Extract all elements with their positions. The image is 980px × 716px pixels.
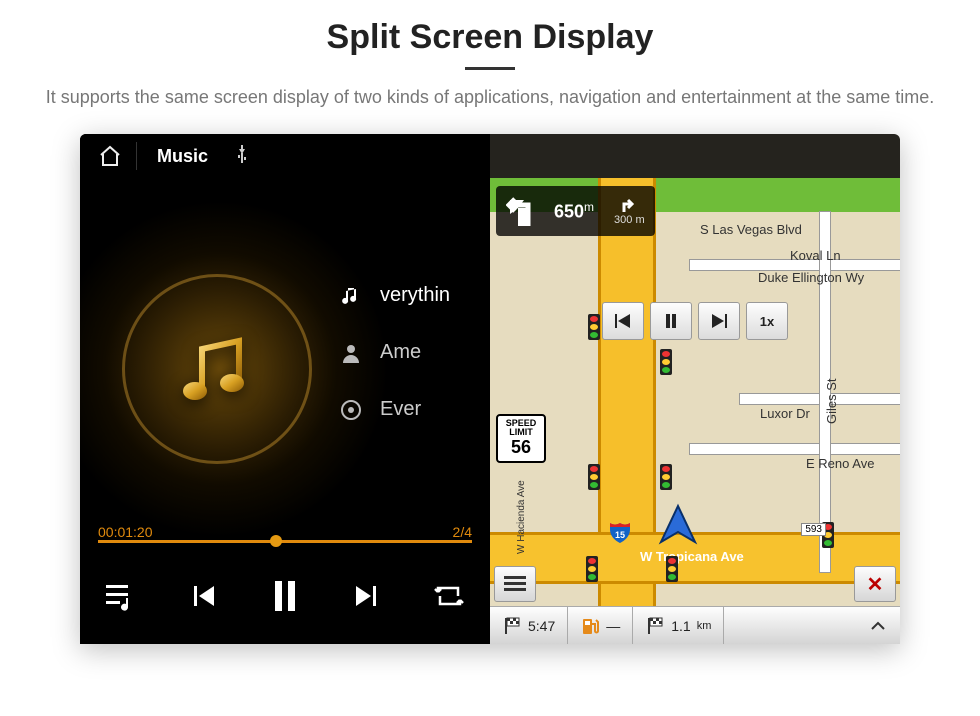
map-pane[interactable]: S Las Vegas Blvd Koval Ln Duke Ellington… (490, 134, 900, 644)
sim-prev-button[interactable] (602, 302, 644, 340)
vehicle-arrow-icon (655, 502, 701, 548)
speed-limit-label: SPEED LIMIT (498, 419, 544, 437)
usb-icon[interactable] (222, 136, 262, 176)
street-label: Koval Ln (790, 248, 841, 263)
note-icon (340, 285, 362, 307)
street-label: Giles St (824, 379, 839, 425)
interstate-shield-icon: 15 (608, 520, 632, 544)
divider (136, 142, 137, 170)
turn-instruction[interactable]: 650m 300 m (496, 186, 655, 236)
street-label: W Hacienda Ave (516, 480, 527, 554)
flag-icon (502, 616, 522, 636)
page-title: Split Screen Display (327, 18, 654, 57)
departure-time: 5:47 (528, 618, 555, 634)
street-label: Duke Ellington Wy (758, 270, 864, 285)
track-label: Ever (380, 398, 421, 421)
progress-knob[interactable] (270, 535, 282, 547)
flag-icon (645, 616, 665, 636)
album-art[interactable] (122, 274, 312, 464)
speed-limit-sign: SPEED LIMIT 56 (496, 414, 546, 463)
music-controls (80, 560, 490, 632)
turn-next-icon (618, 196, 638, 214)
distance-value: 1.1 (671, 618, 690, 634)
sim-pause-button[interactable] (650, 302, 692, 340)
distance-unit: km (697, 620, 712, 632)
sim-speed-button[interactable]: 1x (746, 302, 788, 340)
track-row[interactable]: verythin (340, 284, 450, 307)
distance-cell[interactable]: 1.1 km (633, 607, 724, 644)
fuel-value: — (606, 618, 620, 634)
next-button[interactable] (337, 566, 397, 626)
svg-text:15: 15 (615, 530, 625, 540)
traffic-light-icon (588, 464, 600, 490)
departure-cell[interactable]: 5:47 (490, 607, 568, 644)
map-menu-button[interactable] (494, 566, 536, 602)
playlist-button[interactable] (91, 566, 151, 626)
fuel-cell[interactable]: — (568, 607, 633, 644)
prev-button[interactable] (173, 566, 233, 626)
status-bar: Music 20:07 (80, 134, 900, 178)
speed-limit-value: 56 (498, 437, 544, 458)
traffic-light-icon (588, 314, 600, 340)
home-icon[interactable] (90, 136, 130, 176)
street-label: W Tropicana Ave (640, 549, 744, 564)
street-label: Luxor Dr (760, 406, 810, 421)
track-counter: 2/4 (453, 524, 472, 540)
title-underline (465, 67, 515, 70)
street-label: S Las Vegas Blvd (700, 222, 802, 237)
music-pane: verythin Ame Ever 00:01:20 2/4 (80, 134, 490, 644)
next-unit: m (635, 214, 644, 226)
track-label: Ame (380, 341, 421, 364)
road (690, 444, 900, 454)
track-row[interactable]: Ever (340, 398, 450, 421)
traffic-light-icon (666, 556, 678, 582)
expand-cell[interactable] (856, 607, 900, 644)
map-close-button[interactable]: ✕ (854, 566, 896, 602)
track-row[interactable]: Ame (340, 341, 450, 364)
turn-unit: m (584, 200, 594, 214)
track-label: verythin (380, 284, 450, 307)
page-subtitle: It supports the same screen display of t… (46, 84, 935, 110)
route-badge: 593 (801, 523, 826, 536)
turn-distance: 650 (554, 201, 584, 221)
app-title: Music (157, 146, 208, 167)
traffic-light-icon (660, 349, 672, 375)
map-bottom-bar: 5:47 — 1.1 km (490, 606, 900, 644)
traffic-light-icon (660, 464, 672, 490)
device-frame: Music 20:07 (80, 134, 900, 644)
simulation-controls: 1x (602, 302, 788, 340)
repeat-button[interactable] (419, 566, 479, 626)
track-list: verythin Ame Ever (340, 284, 450, 421)
elapsed-time: 00:01:20 (98, 524, 472, 540)
disc-icon (340, 399, 362, 421)
pause-button[interactable] (255, 566, 315, 626)
turn-left-icon (506, 192, 544, 230)
sim-next-button[interactable] (698, 302, 740, 340)
next-distance: 300 (614, 214, 632, 226)
street-label: E Reno Ave (806, 456, 874, 471)
fuel-icon (580, 616, 600, 636)
chevron-up-icon (868, 616, 888, 636)
person-icon (340, 342, 362, 364)
traffic-light-icon (586, 556, 598, 582)
